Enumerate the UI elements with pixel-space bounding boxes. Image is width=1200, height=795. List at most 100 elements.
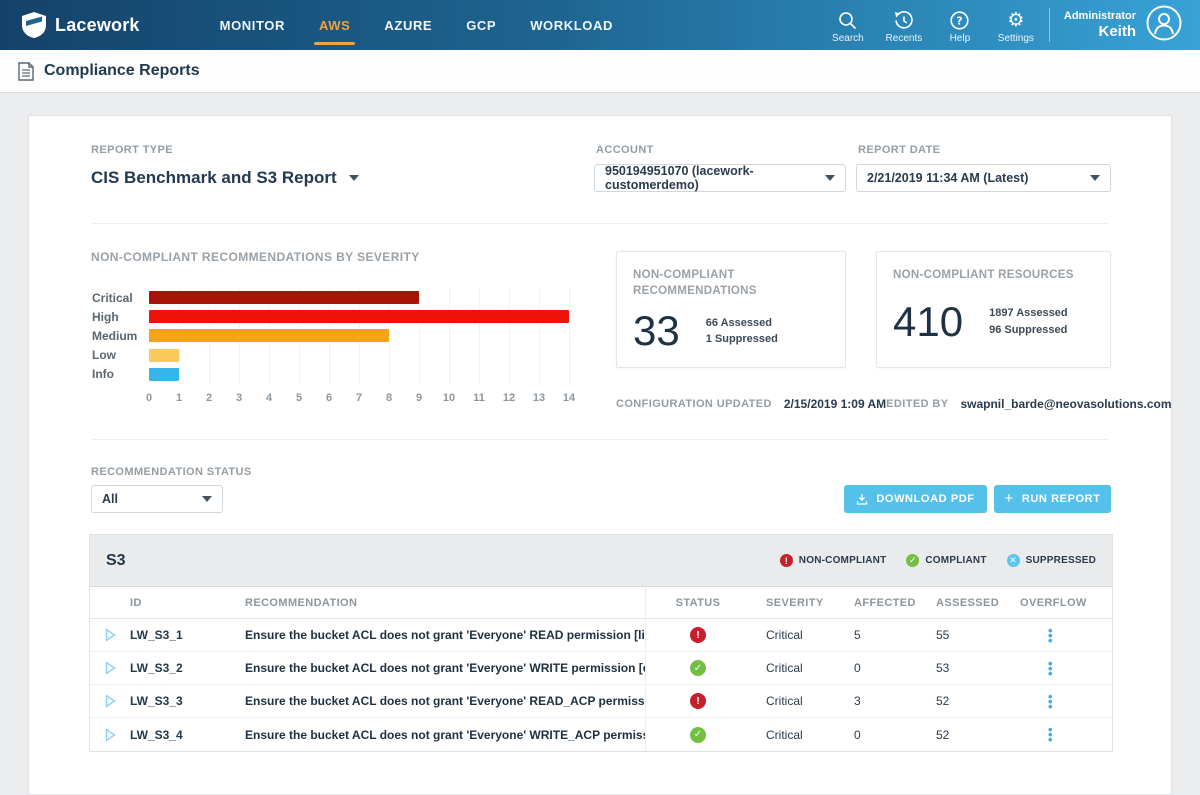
configuration-updated-label: CONFIGURATION UPDATED	[616, 398, 772, 410]
recommendation-status-label: RECOMMENDATION STATUS	[91, 466, 252, 478]
non-compliant-icon: !	[780, 554, 793, 567]
s3-compliance-table: S3 !NON-COMPLIANT✓COMPLIANT✕SUPPRESSED I…	[89, 534, 1113, 752]
row-assessed: 55	[920, 628, 1012, 642]
col-overflow: OVERFLOW	[1012, 597, 1114, 609]
expand-row-button[interactable]	[90, 661, 130, 675]
row-overflow-menu[interactable]: •••	[1012, 727, 1114, 742]
account-label: ACCOUNT	[596, 144, 654, 156]
report-date-label: REPORT DATE	[858, 144, 940, 156]
recommendations-summary-card: NON-COMPLIANT RECOMMENDATIONS 33 66 Asse…	[616, 251, 846, 368]
expand-row-button[interactable]	[90, 728, 130, 742]
row-assessed: 53	[920, 661, 1012, 675]
chart-category-info: Info	[92, 365, 147, 384]
row-status: !	[645, 685, 750, 717]
compliant-icon: ✓	[690, 660, 706, 676]
row-affected: 0	[838, 728, 920, 742]
search-button[interactable]: Search	[825, 7, 871, 44]
x-tick-label: 2	[206, 392, 212, 404]
user-block[interactable]: Administrator Keith	[1064, 10, 1136, 40]
chevron-down-icon	[825, 175, 835, 181]
card-sub-stats: 1897 Assessed 96 Suppressed	[989, 305, 1068, 338]
edited-by-value: swapnil_barde@neovasolutions.com	[960, 397, 1171, 411]
recents-icon	[894, 11, 913, 30]
chevron-down-icon	[349, 175, 359, 181]
nav-item-gcp[interactable]: GCP	[464, 12, 498, 39]
recents-label: Recents	[886, 33, 923, 44]
nav-divider	[1049, 8, 1050, 42]
x-tick-label: 12	[503, 392, 515, 404]
report-type-dropdown[interactable]: CIS Benchmark and S3 Report	[91, 168, 359, 188]
row-affected: 5	[838, 628, 920, 642]
primary-nav: MONITOR AWS AZURE GCP WORKLOAD	[218, 12, 615, 39]
user-avatar[interactable]	[1146, 5, 1182, 46]
plus-icon: +	[1004, 490, 1013, 507]
recommendation-status-select[interactable]: All	[91, 485, 223, 513]
nav-item-aws[interactable]: AWS	[317, 12, 352, 39]
account-value: 950194951070 (lacework-customerdemo)	[605, 164, 825, 192]
configuration-updated-value: 2/15/2019 1:09 AM	[784, 397, 886, 411]
row-severity: Critical	[750, 694, 838, 708]
row-severity: Critical	[750, 661, 838, 675]
page-header-bar: Compliance Reports	[0, 50, 1200, 93]
user-name: Keith	[1064, 23, 1136, 40]
section-divider	[91, 439, 1109, 440]
row-status: !	[645, 619, 750, 651]
row-overflow-menu[interactable]: •••	[1012, 694, 1114, 709]
report-type-value: CIS Benchmark and S3 Report	[91, 168, 337, 188]
row-id: LW_S3_3	[130, 694, 245, 708]
report-date-value: 2/21/2019 11:34 AM (Latest)	[867, 171, 1028, 185]
col-id: ID	[130, 597, 245, 609]
row-severity: Critical	[750, 628, 838, 642]
report-date-select[interactable]: 2/21/2019 11:34 AM (Latest)	[856, 164, 1111, 192]
x-tick-label: 14	[563, 392, 575, 404]
nav-item-workload[interactable]: WORKLOAD	[528, 12, 615, 39]
row-id: LW_S3_2	[130, 661, 245, 675]
chart-category-critical: Critical	[92, 288, 147, 307]
non-compliant-resources-count: 410	[893, 298, 963, 346]
brand-name: Lacework	[55, 15, 140, 36]
row-assessed: 52	[920, 728, 1012, 742]
severity-bar-chart	[149, 288, 569, 384]
legend-non-compliant: !NON-COMPLIANT	[780, 554, 887, 567]
shield-icon	[22, 12, 46, 38]
expand-row-button[interactable]	[90, 628, 130, 642]
chart-category-low: Low	[92, 346, 147, 365]
recommendation-status-value: All	[102, 492, 118, 506]
account-select[interactable]: 950194951070 (lacework-customerdemo)	[594, 164, 846, 192]
expand-row-button[interactable]	[90, 694, 130, 708]
nav-item-azure[interactable]: AZURE	[382, 12, 434, 39]
row-recommendation: Ensure the bucket ACL does not grant 'Ev…	[245, 661, 645, 675]
bar-high	[149, 310, 569, 323]
x-tick-label: 11	[473, 392, 485, 404]
download-pdf-button[interactable]: DOWNLOAD PDF	[844, 485, 987, 513]
row-recommendation: Ensure the bucket ACL does not grant 'Ev…	[245, 694, 645, 708]
row-severity: Critical	[750, 728, 838, 742]
run-report-button[interactable]: + RUN REPORT	[994, 485, 1111, 513]
x-tick-label: 6	[326, 392, 332, 404]
report-panel: REPORT TYPE CIS Benchmark and S3 Report …	[28, 115, 1172, 795]
avatar-icon	[1146, 5, 1182, 41]
user-role: Administrator	[1064, 10, 1136, 23]
top-navbar: Lacework MONITOR AWS AZURE GCP WORKLOAD Sear…	[0, 0, 1200, 50]
x-tick-label: 1	[176, 392, 182, 404]
lacework-logo[interactable]: Lacework	[22, 12, 140, 38]
row-id: LW_S3_4	[130, 728, 245, 742]
card-title: NON-COMPLIANT RESOURCES	[893, 268, 1094, 284]
chevron-down-icon	[202, 496, 212, 502]
x-tick-label: 4	[266, 392, 272, 404]
row-overflow-menu[interactable]: •••	[1012, 661, 1114, 676]
help-label: Help	[950, 33, 971, 44]
x-tick-label: 10	[443, 392, 455, 404]
settings-button[interactable]: ⚙ Settings	[993, 7, 1039, 44]
nav-item-monitor[interactable]: MONITOR	[218, 12, 287, 39]
bar-critical	[149, 291, 419, 304]
help-button[interactable]: ? Help	[937, 7, 983, 44]
chart-gridline	[569, 288, 570, 384]
nav-utilities: Search Recents ? Help ⚙ Settings	[825, 7, 1039, 44]
x-tick-label: 7	[356, 392, 362, 404]
row-overflow-menu[interactable]: •••	[1012, 628, 1114, 643]
row-assessed: 52	[920, 694, 1012, 708]
suppressed-icon: ✕	[1007, 554, 1020, 567]
recents-button[interactable]: Recents	[881, 7, 927, 44]
section-divider	[91, 223, 1109, 224]
